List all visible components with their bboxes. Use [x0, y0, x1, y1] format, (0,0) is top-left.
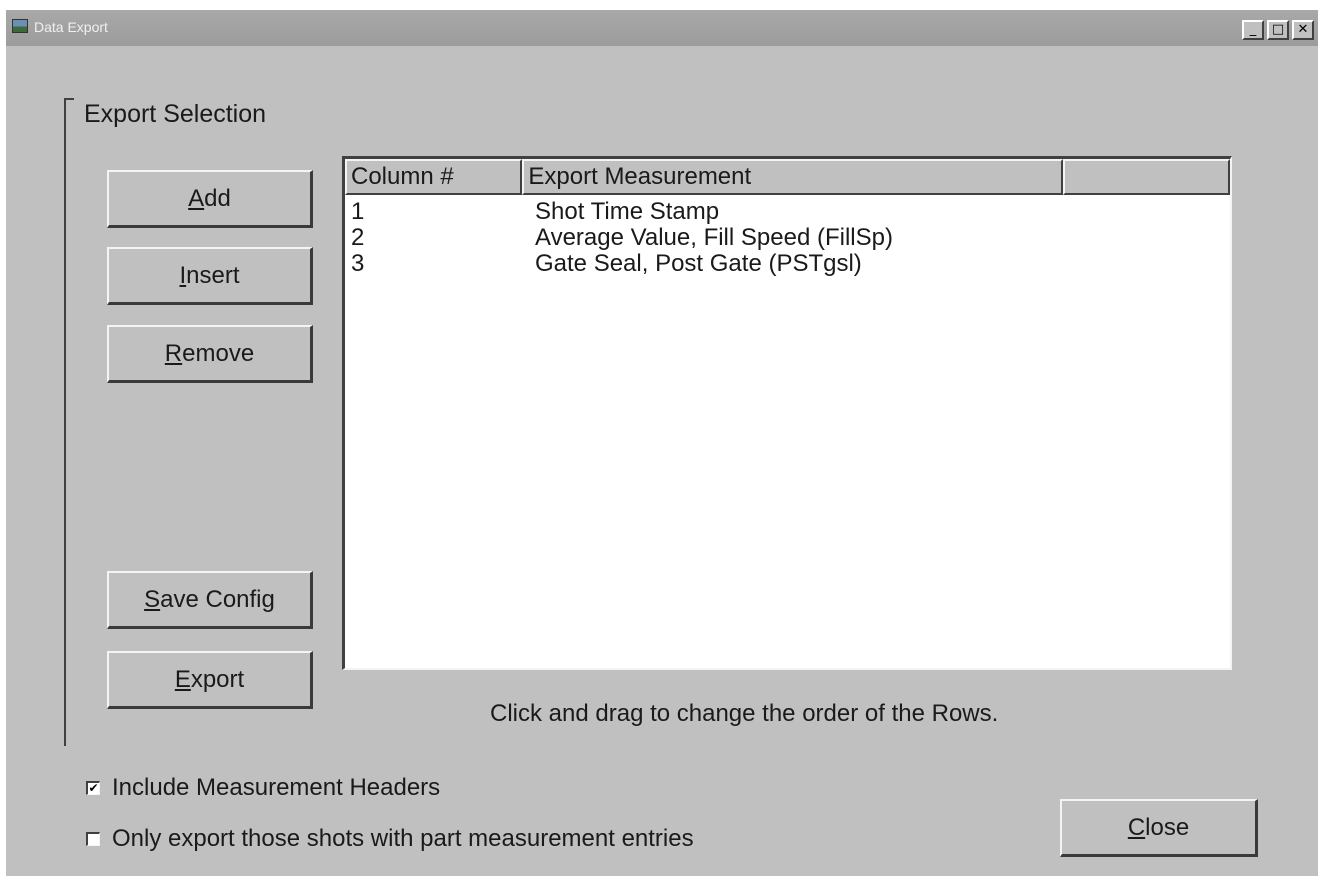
insert-button-mnemonic: I — [179, 261, 187, 289]
close-icon[interactable]: ✕ — [1292, 20, 1314, 40]
add-button-label: dd — [204, 184, 231, 212]
add-button-mnemonic: A — [188, 184, 205, 212]
remove-button-mnemonic: R — [164, 339, 183, 367]
reorder-hint-text: Click and drag to change the order of th… — [490, 700, 999, 727]
add-button[interactable]: Add — [107, 170, 313, 228]
save-config-button-mnemonic: S — [144, 585, 161, 613]
close-button-label: lose — [1145, 813, 1190, 841]
remove-button-label: emove — [182, 339, 255, 367]
include-headers-option[interactable]: ✔ Include Measurement Headers — [86, 774, 440, 802]
list-item-measurement: Shot Time Stamp — [535, 198, 720, 225]
window-controls: _ □ ✕ — [1242, 20, 1314, 40]
close-button[interactable]: Close — [1060, 799, 1258, 857]
group-box-border — [64, 98, 66, 746]
only-part-entries-checkbox[interactable] — [86, 832, 100, 846]
maximize-icon[interactable]: □ — [1267, 20, 1289, 40]
close-button-mnemonic: C — [1127, 813, 1146, 841]
minimize-icon[interactable]: _ — [1242, 20, 1264, 40]
insert-button[interactable]: Insert — [107, 247, 313, 305]
column-header-blank[interactable] — [1062, 159, 1230, 195]
list-item-measurement: Average Value, Fill Speed (FillSp) — [535, 224, 893, 251]
app-icon — [12, 19, 28, 33]
only-part-entries-option[interactable]: Only export those shots with part measur… — [86, 825, 694, 853]
save-config-button-label: ave Config — [160, 585, 275, 613]
column-header-number[interactable]: Column # — [345, 159, 523, 195]
only-part-entries-label: Only export those shots with part measur… — [112, 825, 694, 852]
export-button-mnemonic: E — [174, 665, 191, 693]
save-config-button[interactable]: Save Config — [107, 571, 313, 629]
list-item[interactable]: 3 Gate Seal, Post Gate (PSTgsl) — [345, 251, 1230, 277]
remove-button[interactable]: Remove — [107, 325, 313, 383]
title-bar[interactable]: Data Export _ □ ✕ — [6, 10, 1318, 46]
export-selection-label: Export Selection — [82, 100, 269, 129]
insert-button-label: nsert — [186, 261, 240, 289]
column-header-measurement[interactable]: Export Measurement — [522, 159, 1063, 195]
window-title: Data Export — [34, 19, 108, 35]
export-button-label: xport — [190, 665, 245, 693]
list-item-column: 1 — [351, 198, 365, 225]
list-header: Column # Export Measurement — [345, 159, 1230, 195]
list-item[interactable]: 1 Shot Time Stamp — [345, 199, 1230, 225]
list-item-column: 3 — [351, 250, 365, 277]
list-item-column: 2 — [351, 224, 365, 251]
export-button[interactable]: Export — [107, 651, 313, 709]
group-box-border-top — [64, 98, 74, 100]
list-item-measurement: Gate Seal, Post Gate (PSTgsl) — [535, 250, 862, 277]
include-headers-label: Include Measurement Headers — [112, 774, 441, 801]
list-item[interactable]: 2 Average Value, Fill Speed (FillSp) — [345, 225, 1230, 251]
export-measurement-list[interactable]: Column # Export Measurement 1 Shot Time … — [342, 156, 1232, 670]
data-export-window: Data Export _ □ ✕ Export Selection Add I… — [6, 10, 1318, 876]
include-headers-checkbox[interactable]: ✔ — [86, 781, 100, 795]
